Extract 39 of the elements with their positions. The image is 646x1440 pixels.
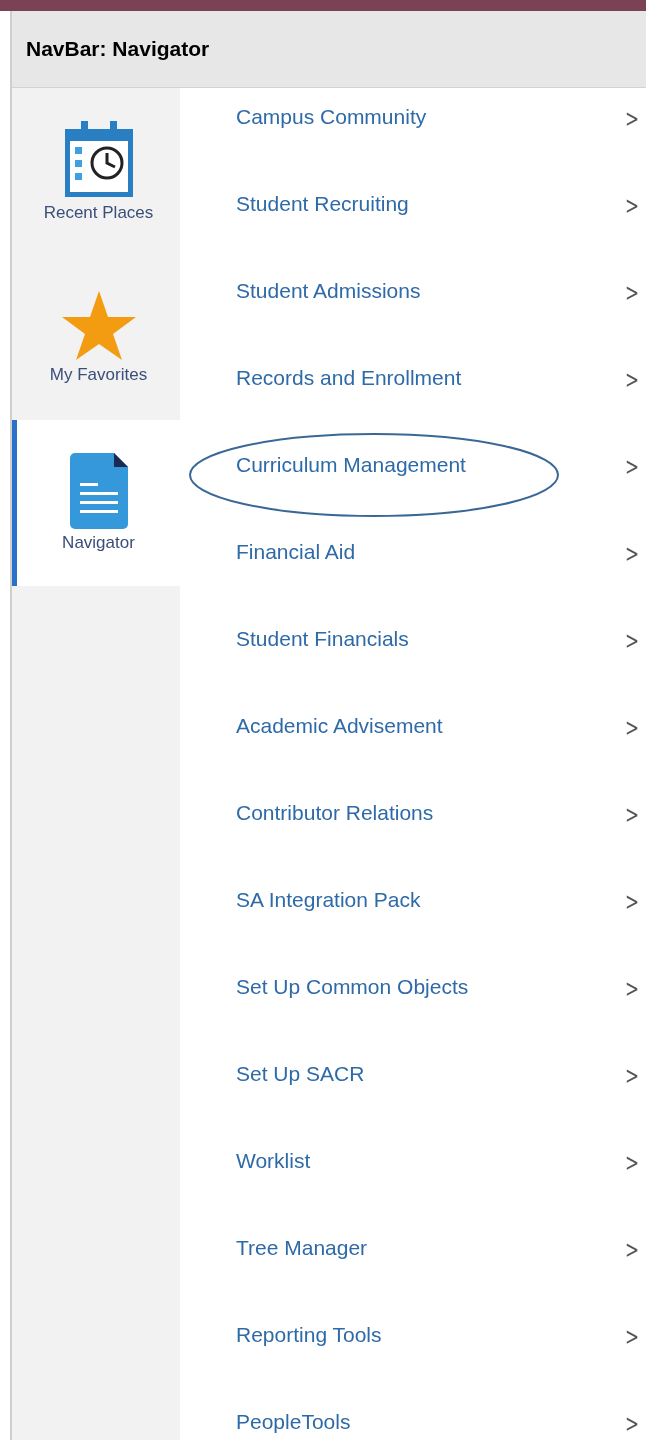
menu-link[interactable]: Tree Manager (236, 1236, 368, 1260)
menu-link[interactable]: Reporting Tools (236, 1323, 382, 1347)
menu-link[interactable]: Financial Aid (236, 540, 356, 564)
chevron-icon[interactable]: > (624, 975, 639, 1003)
menu-link[interactable]: Set Up Common Objects (236, 975, 469, 999)
menu-link[interactable]: Student Recruiting (236, 192, 409, 216)
chevron-icon[interactable]: > (624, 192, 639, 220)
header-title: NavBar: Navigator (26, 37, 210, 61)
menu-link[interactable]: SA Integration Pack (236, 888, 421, 912)
chevron-icon[interactable]: > (624, 627, 639, 655)
sidebar-item[interactable]: Navigator (12, 420, 180, 586)
chevron-icon[interactable]: > (624, 540, 639, 568)
chevron-icon[interactable]: > (624, 801, 639, 829)
menu-link[interactable]: Student Admissions (236, 279, 421, 303)
chevron-icon[interactable]: > (624, 366, 639, 394)
menu-link[interactable]: Student Financials (236, 627, 409, 651)
document-icon (69, 453, 128, 529)
chevron-icon[interactable]: > (624, 1410, 639, 1438)
chevron-icon[interactable]: > (624, 453, 639, 481)
chevron-icon[interactable]: > (624, 714, 639, 742)
menu-link[interactable]: Academic Advisement (236, 714, 443, 738)
chevron-icon[interactable]: > (624, 105, 639, 133)
chevron-icon[interactable]: > (624, 1323, 639, 1351)
menu-link[interactable]: Curriculum Management (236, 453, 466, 477)
menu-link[interactable]: Worklist (236, 1149, 311, 1173)
chevron-icon[interactable]: > (624, 888, 639, 916)
sidebar-item[interactable]: Recent Places (12, 88, 180, 254)
menu-link[interactable]: PeopleTools (236, 1410, 351, 1434)
menu-link[interactable]: Set Up SACR (236, 1062, 365, 1086)
calendar-clock-icon (62, 119, 135, 199)
chevron-icon[interactable]: > (624, 279, 639, 307)
menu-link[interactable]: Campus Community (236, 105, 427, 129)
sidebar-item[interactable]: My Favorites (12, 254, 180, 420)
chevron-icon[interactable]: > (624, 1236, 639, 1264)
menu-link[interactable]: Records and Enrollment (236, 366, 462, 390)
star-icon (60, 289, 137, 361)
chevron-icon[interactable]: > (624, 1149, 639, 1177)
chevron-icon[interactable]: > (624, 1062, 639, 1090)
menu-link[interactable]: Contributor Relations (236, 801, 434, 825)
